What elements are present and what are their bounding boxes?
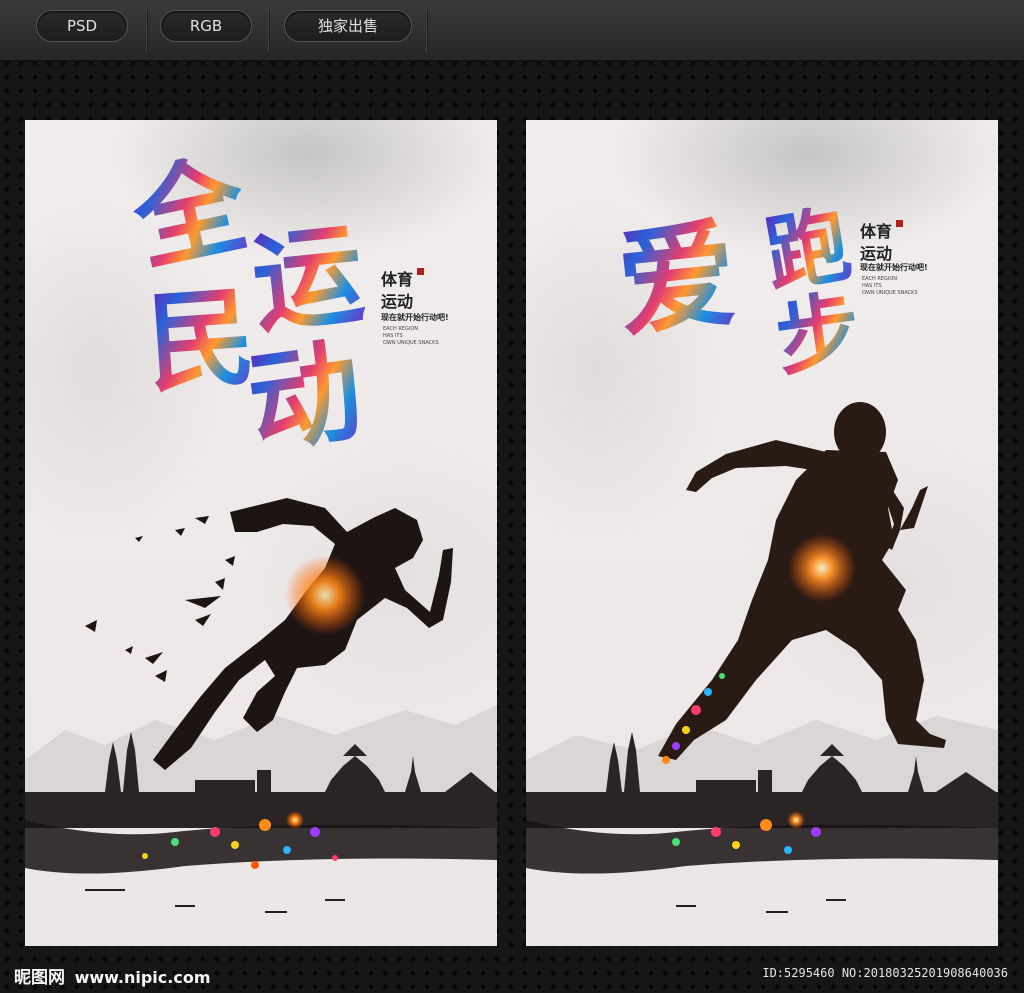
reflection-strokes: [676, 899, 846, 913]
tag-rgb[interactable]: RGB: [160, 10, 252, 42]
poster-left: 全 民 运 动 体育 运动 现在就开始行动吧! EACH REGION HAS …: [25, 120, 497, 946]
tag-exclusive[interactable]: 独家出售: [284, 10, 412, 42]
footer-brand: 昵图网 www.nipic.com: [14, 963, 211, 988]
toolbar-divider: [268, 10, 270, 52]
toolbar-divider: [426, 10, 428, 52]
glow-burst: [788, 534, 856, 602]
runner-illustration: [526, 402, 998, 913]
toolbar-divider: [146, 10, 148, 52]
image-id: ID:5295460 NO:20180325201908640036: [762, 966, 1008, 980]
reflection-strokes: [85, 889, 345, 913]
poster-right: 爱 跑 步 体育 运动 现在就开始行动吧! EACH REGION HAS IT…: [526, 120, 998, 946]
tag-psd[interactable]: PSD: [36, 10, 128, 42]
brand-url[interactable]: www.nipic.com: [75, 968, 211, 987]
runner-illustration: [25, 498, 497, 913]
brand-logo-text: 昵图网: [14, 968, 65, 988]
glow-burst: [285, 555, 365, 635]
top-toolbar: PSD RGB 独家出售: [0, 0, 1024, 62]
